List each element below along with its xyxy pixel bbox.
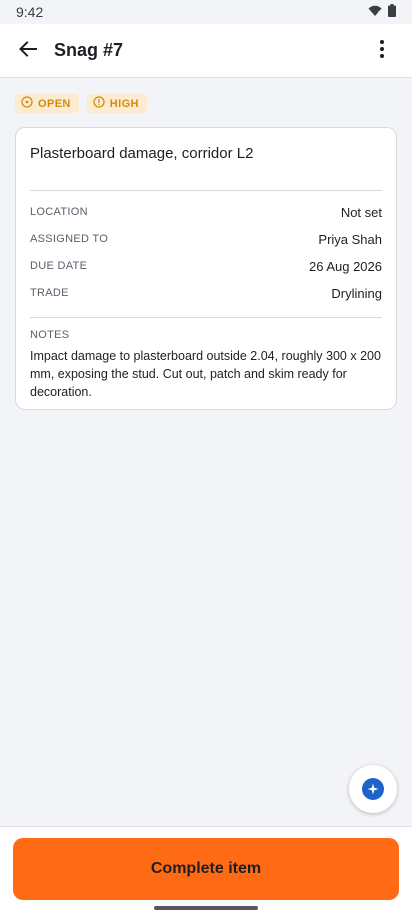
arrow-left-icon — [19, 40, 37, 62]
app-bar: Snag #7 — [0, 24, 412, 78]
row-value: Priya Shah — [318, 231, 382, 247]
row-label: LOCATION — [30, 206, 88, 218]
snag-details-card: Plasterboard damage, corridor L2 LOCATIO… — [15, 127, 397, 410]
snag-title: Plasterboard damage, corridor L2 — [30, 145, 254, 162]
notes-text: Impact damage to plasterboard outside 2.… — [30, 349, 381, 399]
assistant-fab[interactable] — [349, 765, 397, 813]
divider — [30, 317, 382, 318]
row-label: TRADE — [30, 287, 69, 299]
home-indicator[interactable] — [154, 906, 258, 910]
row-value: Not set — [340, 204, 382, 220]
more-options-button[interactable] — [368, 37, 396, 65]
detail-row-assigned-to: ASSIGNED TO Priya Shah — [30, 229, 382, 249]
priority-badge-high: HIGH — [86, 94, 147, 113]
status-bar: 9:42 — [0, 0, 412, 24]
status-time: 9:42 — [16, 4, 44, 20]
status-badges: OPEN HIGH — [15, 94, 147, 113]
detail-row-due-date: DUE DATE 26 Aug 2026 — [30, 256, 382, 276]
row-value: Drylining — [331, 285, 382, 301]
row-label: ASSIGNED TO — [30, 233, 109, 245]
alert-circle-icon — [93, 96, 105, 111]
wifi-icon — [368, 4, 382, 22]
notes-label: NOTES — [30, 329, 70, 341]
detail-row-trade: TRADE Drylining — [30, 283, 382, 303]
detail-row-location: LOCATION Not set — [30, 202, 382, 222]
page-title: Snag #7 — [54, 40, 124, 60]
complete-item-button[interactable]: Complete item — [13, 838, 399, 900]
badge-label: HIGH — [109, 97, 139, 110]
circle-dot-icon — [21, 96, 33, 111]
more-vertical-icon — [380, 39, 384, 63]
row-value: 26 Aug 2026 — [308, 258, 382, 274]
bottom-action-bar: Complete item — [0, 826, 412, 919]
status-icons — [368, 4, 396, 22]
battery-icon — [388, 4, 396, 22]
divider — [30, 190, 382, 191]
sparkle-icon — [362, 778, 384, 800]
back-button[interactable] — [14, 37, 42, 65]
badge-label: OPEN — [38, 97, 71, 110]
status-badge-open: OPEN — [15, 94, 79, 113]
row-label: DUE DATE — [30, 260, 88, 272]
